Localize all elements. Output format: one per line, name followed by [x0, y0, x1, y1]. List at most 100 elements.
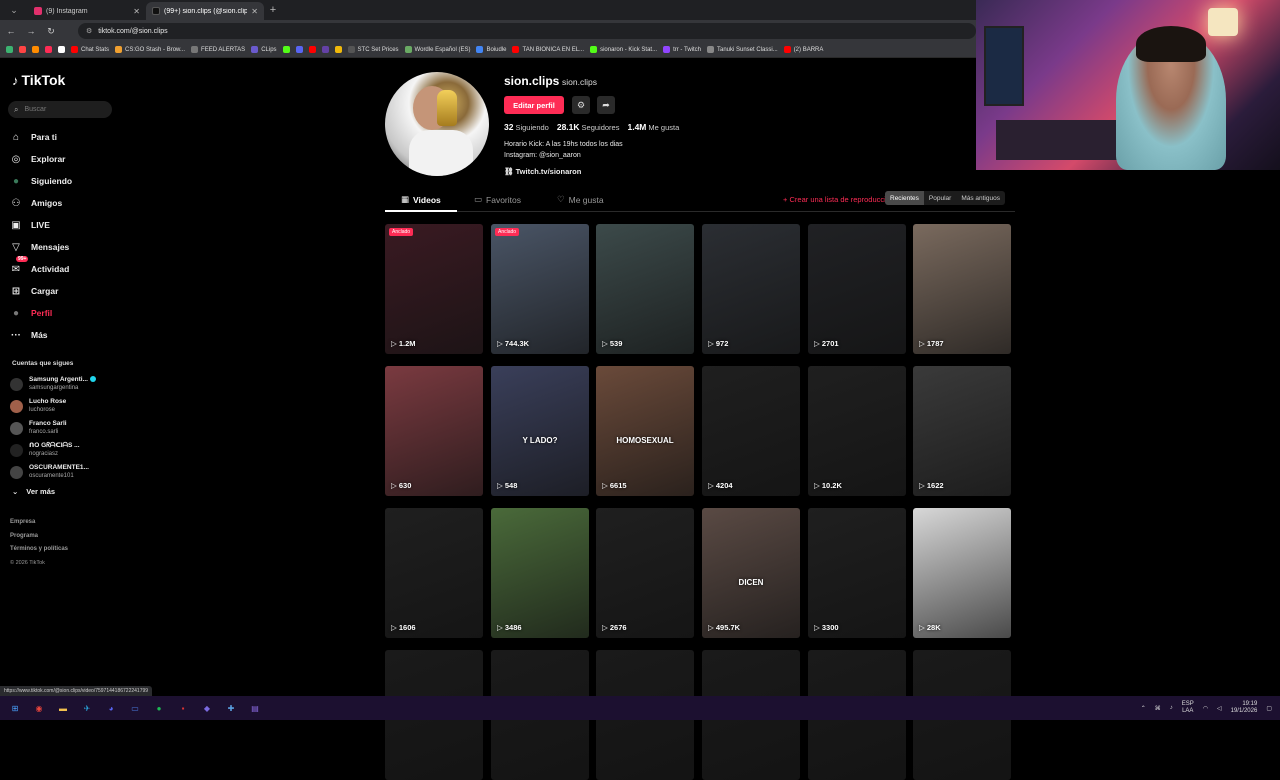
app-icon[interactable]: ▭: [128, 701, 142, 715]
bookmark-item[interactable]: sionaron - Kick Stat...: [590, 46, 657, 53]
edit-profile-button[interactable]: Editar perfil: [504, 96, 564, 114]
language-indicator[interactable]: ESP LAA: [1182, 701, 1194, 715]
video-thumbnail[interactable]: ▷ 1606: [385, 508, 483, 638]
following-account[interactable]: Lucho Rose luchorose: [10, 395, 96, 417]
bookmark-item[interactable]: CLips: [251, 46, 277, 53]
sidebar-item-perfil[interactable]: ● Perfil: [10, 302, 72, 324]
video-thumbnail[interactable]: ▷ 3486: [491, 508, 589, 638]
spotify-icon[interactable]: ●: [152, 701, 166, 715]
video-thumbnail[interactable]: ▷ 3300: [808, 508, 906, 638]
network-icon[interactable]: ⌘: [1155, 705, 1161, 712]
video-thumbnail[interactable]: ▷ 2676: [596, 508, 694, 638]
video-thumbnail[interactable]: ▷ 972: [702, 224, 800, 354]
video-thumbnail[interactable]: Y LADO? ▷ 548: [491, 366, 589, 496]
bookmark-item[interactable]: [308, 46, 316, 53]
video-thumbnail[interactable]: ▷ 2701: [808, 224, 906, 354]
bookmark-item[interactable]: [32, 46, 39, 53]
tab-search-icon[interactable]: ⌄: [0, 0, 28, 20]
browser-tab-active[interactable]: (99+) sion.clips (@sion.clips) | T ✕: [146, 2, 264, 20]
file-explorer-icon[interactable]: ▬: [56, 701, 70, 715]
chevron-up-icon[interactable]: ⌃: [1141, 705, 1146, 712]
site-info-icon[interactable]: ⚙: [86, 27, 92, 35]
sidebar-item-amigos[interactable]: ⚇ Amigos: [10, 192, 72, 214]
following-account[interactable]: OSCURAMENTE1... oscuramente101: [10, 461, 96, 483]
following-account[interactable]: Samsung Argenti... samsungargentina: [10, 373, 96, 395]
footer-link-empresa[interactable]: Empresa: [10, 519, 68, 533]
bookmark-item[interactable]: [45, 46, 52, 53]
app-icon[interactable]: ◆: [200, 701, 214, 715]
sort-recent[interactable]: Recientes: [885, 191, 924, 205]
following-account[interactable]: ᑎO GᖇᗩᑕIᗩS ... nograciasz: [10, 439, 96, 461]
browser-tab[interactable]: (9) Instagram ✕: [28, 2, 146, 20]
notifications-icon[interactable]: ▢: [1266, 705, 1272, 712]
url-input[interactable]: ⚙ tiktok.com/@sion.clips: [77, 23, 977, 39]
tab-liked[interactable]: ♡ Me gusta: [557, 194, 604, 205]
video-thumbnail[interactable]: ▷ 1622: [913, 366, 1011, 496]
create-playlist-button[interactable]: + Crear una lista de reproducción: [783, 195, 894, 204]
share-button[interactable]: ➦: [597, 96, 615, 114]
video-thumbnail[interactable]: Anclado ▷ 744.3K: [491, 224, 589, 354]
wifi-icon[interactable]: ◠: [1203, 705, 1208, 712]
sidebar-item-mensajes[interactable]: ▽ Mensajes: [10, 236, 72, 258]
windows-start-icon[interactable]: ⊞: [8, 701, 22, 715]
video-thumbnail[interactable]: ▷ 539: [596, 224, 694, 354]
see-more-button[interactable]: ⌄ Ver más: [12, 487, 55, 496]
video-thumbnail[interactable]: ▷ 10.2K: [808, 366, 906, 496]
bookmark-item[interactable]: trr - Twitch: [663, 46, 701, 53]
settings-button[interactable]: ⚙: [572, 96, 590, 114]
sidebar-item-siguiendo[interactable]: ● Siguiendo: [10, 170, 72, 192]
close-tab-icon[interactable]: ✕: [251, 7, 258, 16]
mic-icon[interactable]: ♪: [1170, 705, 1173, 711]
sort-popular[interactable]: Popular: [924, 191, 956, 205]
search-box[interactable]: ⌕: [8, 101, 112, 118]
bookmark-item[interactable]: Chat Stats: [71, 46, 109, 53]
sidebar-item-más[interactable]: ··· Más: [10, 324, 72, 346]
following-account[interactable]: Franco Sarli franco.sarli: [10, 417, 96, 439]
sidebar-item-explorar[interactable]: ◎ Explorar: [10, 148, 72, 170]
tiktok-logo[interactable]: ♪ TikTok: [12, 72, 65, 88]
bookmark-item[interactable]: [295, 46, 303, 53]
video-thumbnail[interactable]: ▷ 28K: [913, 508, 1011, 638]
new-tab-button[interactable]: +: [264, 4, 282, 16]
sidebar-item-cargar[interactable]: ⊞ Cargar: [10, 280, 72, 302]
footer-link-terms[interactable]: Términos y políticas: [10, 546, 68, 560]
close-tab-icon[interactable]: ✕: [133, 7, 140, 16]
forward-icon[interactable]: →: [26, 26, 36, 36]
search-input[interactable]: [24, 106, 105, 113]
bookmark-item[interactable]: [6, 46, 13, 53]
sort-oldest[interactable]: Más antiguos: [956, 191, 1005, 205]
video-thumbnail[interactable]: ▷ 630: [385, 366, 483, 496]
profile-avatar[interactable]: [385, 72, 489, 176]
chrome-icon[interactable]: ◉: [32, 701, 46, 715]
speaker-icon[interactable]: ◁: [1217, 705, 1222, 712]
clock[interactable]: 19:19 19/1/2026: [1231, 701, 1258, 715]
bookmark-item[interactable]: TAN BIONICA EN EL...: [512, 46, 584, 53]
sidebar-item-para-ti[interactable]: ⌂ Para ti: [10, 126, 72, 148]
sidebar-item-live[interactable]: ▣ LIVE: [10, 214, 72, 236]
reload-icon[interactable]: ↻: [46, 26, 56, 37]
video-thumbnail[interactable]: ▷ 1787: [913, 224, 1011, 354]
bookmark-item[interactable]: [334, 46, 342, 53]
video-thumbnail[interactable]: DICEN ▷ 495.7K: [702, 508, 800, 638]
sidebar-item-actividad[interactable]: ✉ 99+ Actividad: [10, 256, 72, 280]
video-thumbnail[interactable]: ▷ 4204: [702, 366, 800, 496]
bookmark-item[interactable]: Wordle Español (ES): [404, 46, 470, 53]
bookmark-item[interactable]: CS:GO Stash - Brow...: [115, 46, 185, 53]
bookmark-item[interactable]: [321, 46, 329, 53]
bookmark-item[interactable]: [58, 46, 65, 53]
stat-followers[interactable]: 28.1K Seguidores: [557, 122, 620, 132]
bookmark-item[interactable]: STC Set Prices: [347, 46, 399, 53]
app-icon[interactable]: ▤: [248, 701, 262, 715]
tab-videos[interactable]: ▦ Videos: [401, 194, 441, 205]
bookmark-item[interactable]: Boiudle: [476, 46, 506, 53]
app-icon[interactable]: ✈: [80, 701, 94, 715]
profile-link[interactable]: ⛓ Twitch.tv/sionaron: [504, 167, 581, 176]
stat-following[interactable]: 32 Siguiendo: [504, 122, 549, 132]
bookmark-item[interactable]: FEED ALERTAS: [191, 46, 245, 53]
app-icon[interactable]: ▪: [176, 701, 190, 715]
bookmark-item[interactable]: (2) BARRA: [783, 46, 823, 53]
tab-favorites[interactable]: ▭ Favoritos: [474, 194, 521, 205]
discord-icon[interactable]: ◕: [104, 701, 118, 715]
bookmark-item[interactable]: [282, 46, 290, 53]
back-icon[interactable]: ←: [6, 26, 16, 36]
